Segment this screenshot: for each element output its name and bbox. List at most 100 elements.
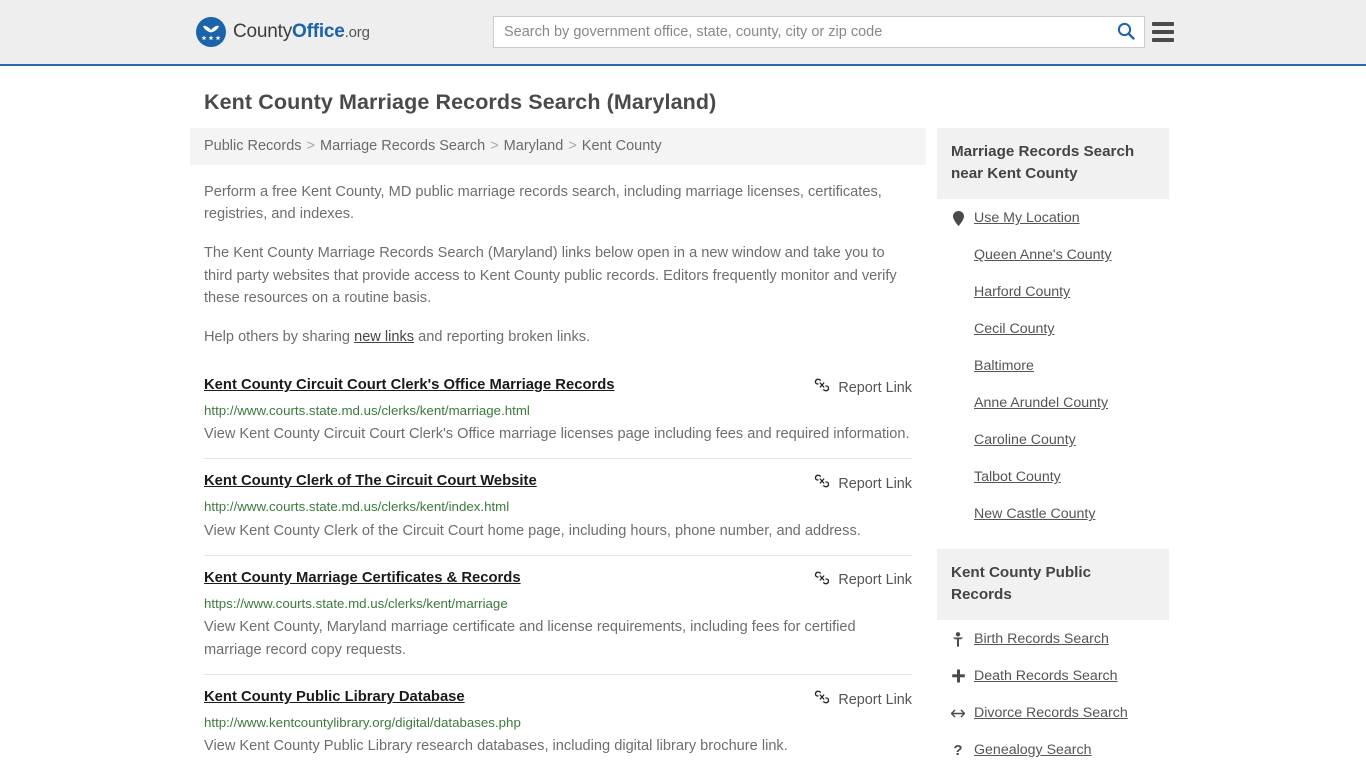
sidebar-item-cecil-county[interactable]: Cecil County [951, 310, 1155, 347]
new-links-link[interactable]: new links [354, 329, 414, 345]
sidebar-item-label: Queen Anne's County [974, 247, 1112, 264]
result-header: Kent County Marriage Certificates & Reco… [204, 569, 912, 591]
content-columns: Public Records > Marriage Records Search > M… [0, 128, 1366, 768]
sidebar-item-label: Cecil County [974, 321, 1055, 338]
result-header: Kent County Clerk of The Circuit Court W… [204, 472, 912, 494]
hamburger-menu-icon[interactable] [1152, 22, 1174, 42]
left-right-arrow-icon [951, 708, 965, 719]
page-title: Kent County Marriage Records Search (Mar… [204, 90, 717, 114]
report-link-button[interactable]: Report Link [814, 376, 912, 398]
broken-link-icon [814, 689, 830, 710]
hamburger-bar [1152, 38, 1174, 42]
search-input[interactable] [494, 17, 1108, 47]
sidebar-item-talbot-county[interactable]: Talbot County [951, 458, 1155, 495]
search-button[interactable] [1108, 17, 1144, 47]
cross-icon [951, 669, 965, 683]
intro-paragraph-1: Perform a free Kent County, MD public ma… [204, 184, 882, 223]
breadcrumb-separator: > [306, 138, 315, 154]
breadcrumb-item-public-records[interactable]: Public Records [204, 138, 302, 154]
sidebar-item-label: Birth Records Search [974, 631, 1109, 648]
report-link-label: Report Link [838, 379, 912, 396]
result-url[interactable]: https://www.courts.state.md.us/clerks/ke… [204, 595, 912, 612]
intro-p3-before: Help others by sharing [204, 328, 355, 345]
breadcrumb-separator: > [568, 138, 577, 154]
search-icon [1117, 22, 1135, 43]
intro-p3-after: and reporting broken links. [414, 328, 591, 345]
brand-part-office: Office [292, 21, 345, 42]
eagle-stars-logo-icon [196, 17, 226, 47]
sidebar-item-label: Genealogy Search [974, 742, 1092, 759]
result-item: Kent County Public Library Database Repor… [204, 674, 912, 768]
sidebar-item-baltimore[interactable]: Baltimore [951, 347, 1155, 384]
breadcrumb-item-marriage-records-search[interactable]: Marriage Records Search [320, 138, 485, 154]
result-title-link[interactable]: Kent County Clerk of The Circuit Court W… [204, 472, 537, 490]
sidebar: Marriage Records Search near Kent County… [937, 128, 1169, 768]
result-item: Kent County Marriage Certificates & Reco… [204, 554, 912, 674]
result-url[interactable]: http://www.courts.state.md.us/clerks/ken… [204, 498, 912, 515]
main-column: Public Records > Marriage Records Search > M… [190, 128, 926, 768]
sidebar-nearby-list: Use My Location Queen Anne's County Harfor… [937, 199, 1169, 532]
sidebar-item-genealogy-search[interactable]: ? Genealogy Search [951, 731, 1155, 768]
result-title-link[interactable]: Kent County Marriage Certificates & Reco… [204, 569, 521, 587]
sidebar-item-divorce-records-search[interactable]: Divorce Records Search [951, 694, 1155, 731]
sidebar-item-queen-anne-s-county[interactable]: Queen Anne's County [951, 236, 1155, 273]
result-header: Kent County Circuit Court Clerk's Office… [204, 376, 912, 398]
sidebar-public-records-list: Birth Records Search Death Records Search… [937, 620, 1169, 768]
result-title-link[interactable]: Kent County Circuit Court Clerk's Office… [204, 376, 615, 394]
search-bar[interactable] [493, 16, 1145, 48]
intro-section: Perform a free Kent County, MD public ma… [190, 181, 926, 348]
broken-link-icon [814, 377, 830, 398]
sidebar-item-label: Baltimore [974, 358, 1034, 375]
result-description: View Kent County Public Library research… [204, 738, 788, 755]
question-mark-icon: ? [953, 741, 963, 759]
sidebar-item-label: Use My Location [974, 210, 1080, 227]
sidebar-item-label: Harford County [974, 284, 1071, 301]
breadcrumb-separator: > [490, 138, 499, 154]
map-pin-icon [951, 210, 965, 226]
sidebar-item-label: Anne Arundel County [974, 395, 1109, 412]
sidebar-item-label: Divorce Records Search [974, 705, 1128, 722]
result-url[interactable]: http://www.kentcountylibrary.org/digital… [204, 714, 912, 731]
intro-paragraph-2: The Kent County Marriage Records Search … [204, 245, 897, 306]
sidebar-item-death-records-search[interactable]: Death Records Search [951, 657, 1155, 694]
report-link-button[interactable]: Report Link [814, 569, 912, 591]
intro-paragraph-3: Help others by sharing new links and rep… [204, 326, 912, 348]
sidebar-public-records-panel: Kent County Public Records Birth Records… [937, 549, 1169, 768]
report-link-label: Report Link [838, 691, 912, 708]
site-logo-text: CountyOffice.org [233, 21, 370, 43]
report-link-label: Report Link [838, 475, 912, 492]
report-link-label: Report Link [838, 572, 912, 589]
hamburger-bar [1152, 30, 1174, 34]
sidebar-item-anne-arundel-county[interactable]: Anne Arundel County [951, 384, 1155, 421]
sidebar-item-label: Death Records Search [974, 668, 1118, 685]
sidebar-item-use-my-location[interactable]: Use My Location [951, 199, 1155, 236]
result-url[interactable]: http://www.courts.state.md.us/clerks/ken… [204, 402, 912, 419]
breadcrumb-item-kent-county: Kent County [581, 138, 662, 154]
report-link-button[interactable]: Report Link [814, 688, 912, 710]
site-logo[interactable]: CountyOffice.org [196, 17, 370, 47]
result-description: View Kent County Circuit Court Clerk's O… [204, 426, 910, 443]
sidebar-item-new-castle-county[interactable]: New Castle County [951, 495, 1155, 532]
result-description: View Kent County Clerk of the Circuit Co… [204, 522, 861, 539]
broken-link-icon [814, 473, 830, 494]
baby-icon [951, 631, 965, 647]
results-list: Kent County Circuit Court Clerk's Office… [190, 364, 926, 768]
sidebar-public-records-heading: Kent County Public Records [937, 549, 1169, 621]
sidebar-item-harford-county[interactable]: Harford County [951, 273, 1155, 310]
sidebar-nearby-heading: Marriage Records Search near Kent County [937, 128, 1169, 200]
breadcrumb-item-maryland[interactable]: Maryland [504, 138, 564, 154]
report-link-button[interactable]: Report Link [814, 472, 912, 494]
brand-part-county: County [233, 21, 293, 42]
site-header: CountyOffice.org [0, 0, 1366, 66]
sidebar-item-caroline-county[interactable]: Caroline County [951, 421, 1155, 458]
result-item: Kent County Circuit Court Clerk's Office… [204, 364, 912, 458]
result-title-link[interactable]: Kent County Public Library Database [204, 688, 465, 706]
sidebar-item-birth-records-search[interactable]: Birth Records Search [951, 620, 1155, 657]
sidebar-item-label: New Castle County [974, 506, 1096, 523]
result-description: View Kent County, Maryland marriage cert… [204, 618, 856, 659]
sidebar-item-label: Talbot County [974, 469, 1061, 486]
sidebar-nearby-panel: Marriage Records Search near Kent County… [937, 128, 1169, 532]
result-header: Kent County Public Library Database Repor… [204, 688, 912, 710]
breadcrumb: Public Records > Marriage Records Search > M… [190, 128, 926, 165]
